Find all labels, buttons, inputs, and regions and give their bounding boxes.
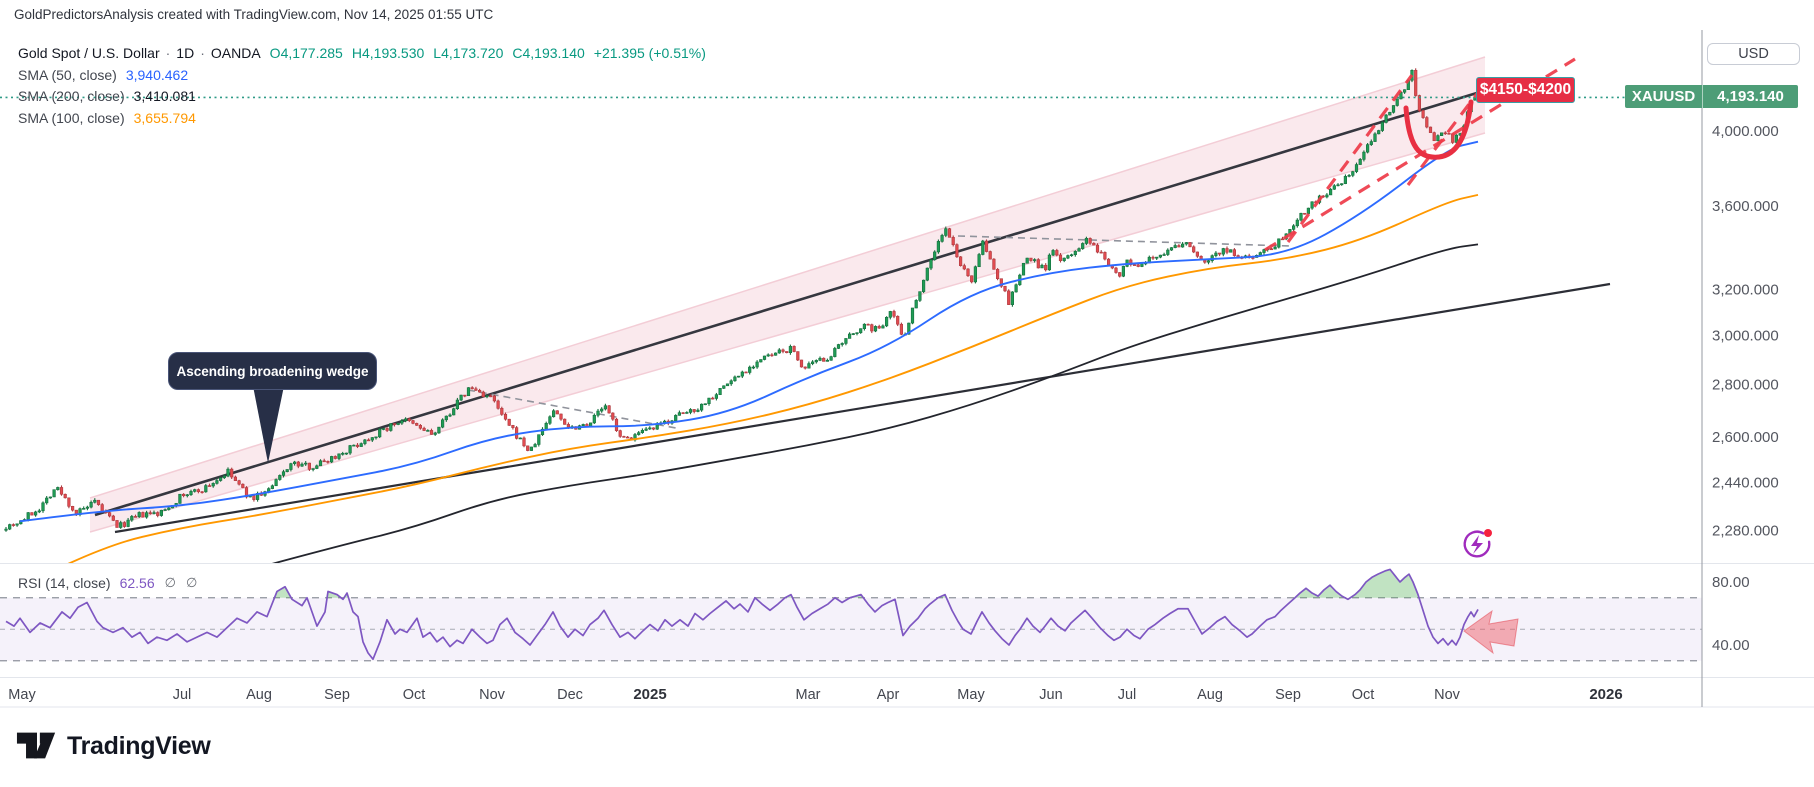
x-axis-label: Mar: [796, 687, 821, 703]
low-value: L4,173.720: [433, 43, 503, 65]
x-axis-label: Nov: [1434, 687, 1461, 703]
x-axis-label: Sep: [1275, 687, 1301, 703]
close-value: C4,193.140: [512, 43, 584, 65]
rsi-value: 62.56: [120, 575, 155, 591]
rsi-pane[interactable]: [0, 569, 1702, 660]
y-axis-label: 3,600.000: [1712, 198, 1779, 215]
time-axis[interactable]: May Jul Aug Sep Oct Nov Dec 2025 Mar Apr May Jun Jul…: [8, 686, 1622, 703]
sma200-value: 3,410.081: [134, 86, 196, 108]
indicator-row-sma50[interactable]: SMA (50, close) 3,940.462: [18, 65, 706, 87]
y-axis-label: 2,800.000: [1712, 377, 1779, 394]
high-value: H4,193.530: [352, 43, 424, 65]
alert-dot-icon: [1484, 529, 1492, 537]
x-axis-label: Jul: [1118, 687, 1137, 703]
x-axis-label: Jun: [1039, 687, 1062, 703]
x-axis-label: May: [957, 687, 985, 703]
sma100-value: 3,655.794: [134, 108, 196, 130]
x-axis-label: May: [8, 687, 36, 703]
badge-symbol: XAUUSD: [1625, 85, 1703, 108]
x-axis-label: Nov: [479, 687, 506, 703]
x-axis-label: Aug: [246, 687, 272, 703]
x-axis-label: Dec: [557, 687, 583, 703]
x-axis-label: Jul: [173, 687, 192, 703]
x-axis-label: Aug: [1197, 687, 1223, 703]
timeframe[interactable]: 1D: [176, 43, 194, 65]
separator-dot: ·: [166, 43, 171, 65]
y-axis-label: 3,200.000: [1712, 282, 1779, 299]
lightning-icon[interactable]: [1465, 529, 1492, 556]
badge-price: 4,193.140: [1703, 85, 1798, 108]
chart-legend: Gold Spot / U.S. Dollar · 1D · OANDA O4,…: [18, 43, 706, 129]
brand-name: TradingView: [67, 732, 211, 761]
rsi-axis-label: 40.00: [1712, 637, 1750, 654]
y-axis-label: 2,280.000: [1712, 523, 1779, 540]
main-pane[interactable]: [0, 57, 1625, 577]
y-axis-label: 4,000.000: [1712, 123, 1779, 140]
x-axis-label: 2025: [633, 686, 666, 703]
y-axis-label: 3,000.000: [1712, 327, 1779, 344]
y-axis-label: 2,440.000: [1712, 474, 1779, 491]
indicator-row-sma200[interactable]: SMA (200, close) 3,410.081: [18, 86, 706, 108]
indicator-row-sma100[interactable]: SMA (100, close) 3,655.794: [18, 108, 706, 130]
rsi-axis-label: 80.00: [1712, 574, 1750, 591]
symbol-title: Gold Spot / U.S. Dollar: [18, 43, 160, 65]
price-target-drawing[interactable]: $4150-$4200: [1476, 77, 1575, 103]
tradingview-chart-screenshot: GoldPredictorsAnalysis created with Trad…: [0, 0, 1814, 787]
currency-unit-button[interactable]: USD: [1707, 43, 1800, 65]
x-axis-label: Oct: [1352, 687, 1375, 703]
open-value: O4,177.285: [270, 43, 343, 65]
y-axis-label: 2,600.000: [1712, 429, 1779, 446]
empty-set-icon[interactable]: ∅: [186, 575, 197, 591]
x-axis-label: Sep: [324, 687, 350, 703]
x-axis-label: Apr: [877, 687, 900, 703]
price-axis[interactable]: 4,000.000 3,600.000 3,200.000 3,000.000 2,80…: [1712, 123, 1779, 654]
separator-dot: ·: [200, 43, 205, 65]
rsi-label: RSI (14, close): [18, 575, 111, 591]
x-axis-label: Oct: [403, 687, 426, 703]
tradingview-logo-icon: [16, 731, 58, 761]
long-term-trendline[interactable]: [115, 284, 1610, 532]
wedge-callout-drawing[interactable]: Ascending broadening wedge: [168, 352, 377, 390]
footer-brand[interactable]: TradingView: [16, 731, 211, 761]
sma50-value: 3,940.462: [126, 65, 188, 87]
symbol-row[interactable]: Gold Spot / U.S. Dollar · 1D · OANDA O4,…: [18, 43, 706, 65]
rsi-indicator-row[interactable]: RSI (14, close) 62.56 ∅ ∅: [18, 573, 197, 592]
last-price-badge: XAUUSD 4,193.140: [1625, 85, 1798, 108]
x-axis-label: 2026: [1589, 686, 1622, 703]
empty-set-icon[interactable]: ∅: [165, 575, 176, 591]
exchange: OANDA: [211, 43, 261, 65]
change-value: +21.395 (+0.51%): [594, 43, 706, 65]
